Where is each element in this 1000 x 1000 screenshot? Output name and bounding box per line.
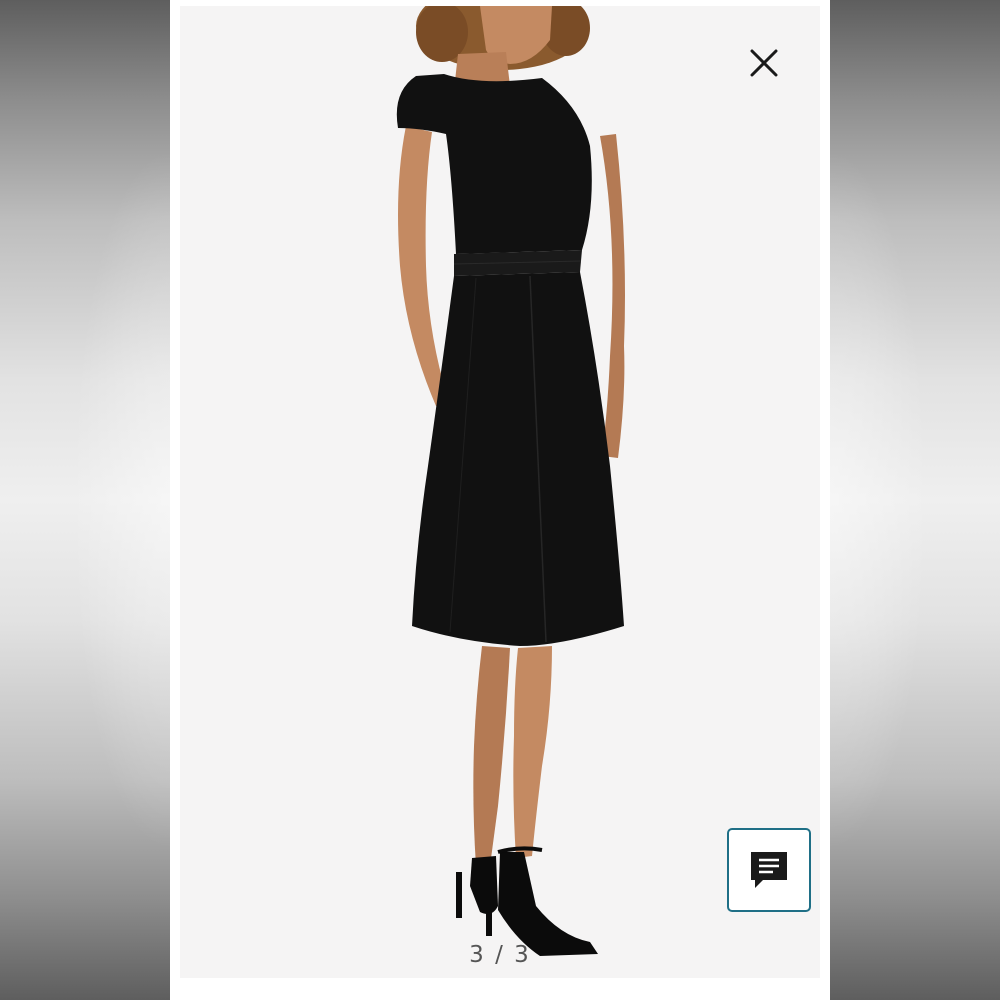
product-photo-illustration [180, 6, 820, 978]
backdrop-right [830, 0, 1000, 1000]
product-photo [180, 6, 820, 978]
close-icon [750, 49, 778, 77]
close-button[interactable] [745, 44, 783, 82]
lightbox-backdrop: 3 / 3 [0, 0, 1000, 1000]
image-viewer: 3 / 3 [170, 0, 830, 1000]
image-pager: 3 / 3 [170, 942, 830, 968]
chat-icon [751, 852, 787, 888]
chat-button[interactable] [727, 828, 811, 912]
backdrop-left [0, 0, 170, 1000]
pager-label: 3 / 3 [469, 942, 531, 968]
